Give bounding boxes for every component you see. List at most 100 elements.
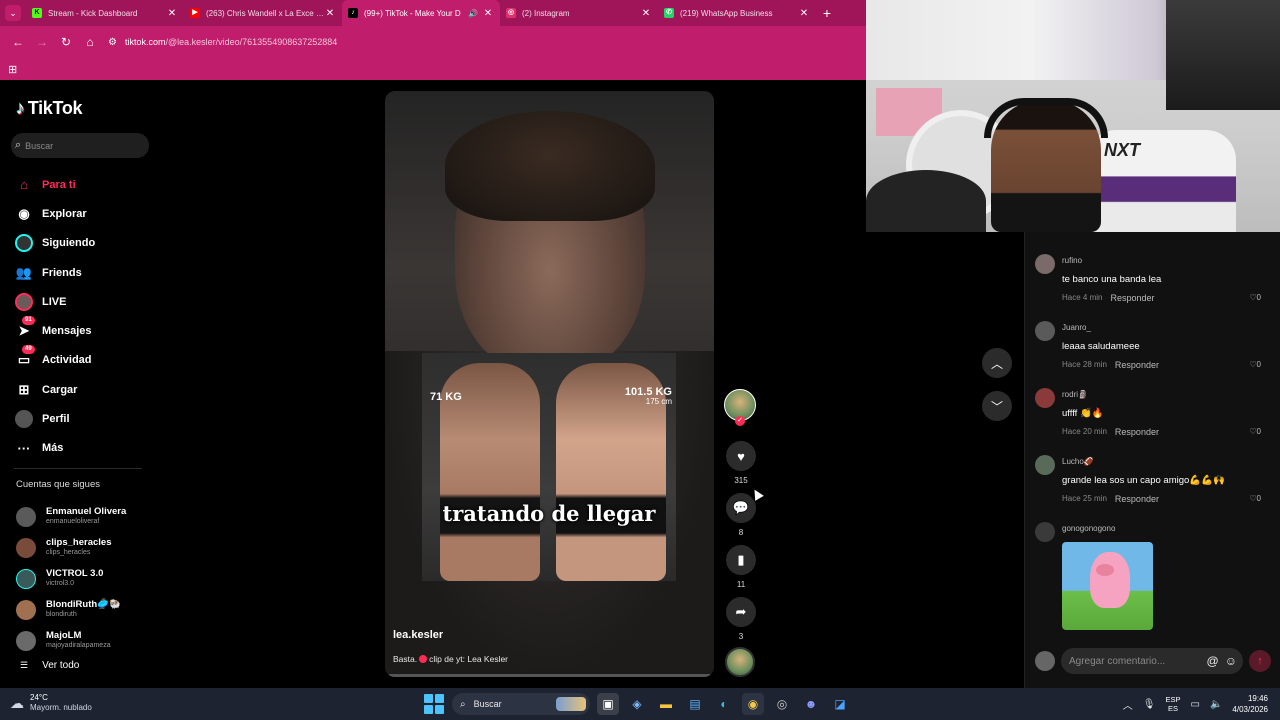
close-icon[interactable]: ✕ bbox=[166, 8, 178, 19]
network-icon[interactable]: ▭ bbox=[1191, 699, 1200, 710]
forward-button[interactable]: → bbox=[30, 30, 54, 54]
weather-widget[interactable]: ☁ 24°C Mayorm. nublado bbox=[10, 693, 92, 713]
tab-search-button[interactable]: ⌄ bbox=[0, 0, 26, 26]
video-author[interactable]: lea.kesler bbox=[393, 629, 443, 641]
following-item[interactable]: Enmanuel Olivera enmanueloliveraf bbox=[16, 501, 156, 532]
close-icon[interactable]: ✕ bbox=[798, 8, 810, 19]
emoji-icon[interactable]: ☺ bbox=[1225, 654, 1237, 668]
file-explorer-icon[interactable]: ▬ bbox=[655, 693, 677, 715]
obs-icon[interactable]: ◎ bbox=[771, 693, 793, 715]
following-item[interactable]: clips_heracles clips_heracles bbox=[16, 532, 156, 563]
video-description: Basta. clip de yt: Lea Kesler bbox=[393, 654, 508, 664]
copilot-icon[interactable]: ◈ bbox=[626, 693, 648, 715]
avatar[interactable] bbox=[1035, 254, 1055, 274]
comment-like-button[interactable]: ♡0 bbox=[1249, 427, 1261, 436]
avatar[interactable] bbox=[1035, 455, 1055, 475]
search-input[interactable]: ⌕ Buscar bbox=[11, 133, 149, 158]
nav-explorar[interactable]: ◉ Explorar bbox=[14, 199, 154, 228]
avatar[interactable] bbox=[1035, 321, 1055, 341]
home-button[interactable]: ⌂ bbox=[78, 30, 102, 54]
nav-perfil[interactable]: Perfil bbox=[14, 404, 154, 433]
tab-instagram[interactable]: ◎ (2) Instagram ✕ bbox=[500, 0, 658, 26]
nav-live[interactable]: LIVE bbox=[14, 287, 154, 316]
mention-icon[interactable]: @ bbox=[1207, 654, 1219, 668]
following-item[interactable]: MajoLM majoyadiralapameza bbox=[16, 625, 156, 656]
nav-cargar[interactable]: ⊞ Cargar bbox=[14, 375, 154, 404]
close-icon[interactable]: ✕ bbox=[640, 8, 652, 19]
apps-grid-icon[interactable]: ⊞ bbox=[8, 63, 17, 76]
comment-input[interactable]: Agregar comentario... @ ☺ bbox=[1061, 648, 1243, 674]
app-icon[interactable]: ◪ bbox=[829, 693, 851, 715]
compass-icon: ◉ bbox=[18, 205, 30, 221]
speaker-icon[interactable]: 🔊 bbox=[468, 9, 478, 18]
comment-sticker-image[interactable] bbox=[1062, 542, 1153, 630]
following-item[interactable]: BlondiRuth🥏🐏 blondiruth bbox=[16, 594, 156, 625]
video-player[interactable]: 71 KG 101.5 KG 175 cm tratando de llegar… bbox=[385, 91, 714, 677]
windows-start-icon[interactable] bbox=[424, 694, 444, 714]
see-all-button[interactable]: ☰ Ver todo bbox=[20, 660, 79, 671]
comment-button[interactable]: 💬 8 bbox=[725, 493, 757, 537]
music-disc-icon[interactable] bbox=[725, 647, 755, 677]
close-icon[interactable]: ✕ bbox=[482, 8, 494, 19]
store-icon[interactable]: ▤ bbox=[684, 693, 706, 715]
clock[interactable]: 19:46 4/03/2026 bbox=[1232, 693, 1268, 715]
language-indicator[interactable]: ESP ES bbox=[1165, 695, 1180, 713]
comment-like-button[interactable]: ♡0 bbox=[1249, 293, 1261, 302]
clock-time: 19:46 bbox=[1247, 694, 1268, 703]
tab-whatsapp[interactable]: ✆ (219) WhatsApp Business ✕ bbox=[658, 0, 816, 26]
reply-button[interactable]: Responder bbox=[1110, 293, 1154, 303]
site-info-icon[interactable]: ⚙ bbox=[108, 37, 117, 48]
tray-chevron-icon[interactable]: ︿ bbox=[1123, 697, 1133, 712]
reply-button[interactable]: Responder bbox=[1115, 494, 1159, 504]
next-video-button[interactable]: ﹀ bbox=[982, 391, 1012, 421]
comment-meta: Hace 25 min Responder bbox=[1062, 494, 1159, 504]
edge-icon[interactable]: ◐ bbox=[713, 693, 735, 715]
comment-user[interactable]: rodri🗿 bbox=[1062, 390, 1088, 399]
volume-icon[interactable]: 🔈 bbox=[1210, 699, 1222, 710]
taskbar-search[interactable]: ⌕ Buscar bbox=[452, 693, 590, 715]
url-field[interactable]: ⚙ tiktok.com/@lea.kesler/video/761355490… bbox=[108, 37, 337, 48]
logo-text: TikTok bbox=[27, 98, 83, 118]
follow-plus-icon[interactable]: ✓ bbox=[735, 416, 745, 426]
close-icon[interactable]: ✕ bbox=[324, 8, 336, 19]
tab-kick[interactable]: K Stream - Kick Dashboard ✕ bbox=[26, 0, 184, 26]
save-button[interactable]: ▮ 11 bbox=[725, 545, 757, 589]
send-comment-button[interactable]: ↑ bbox=[1249, 650, 1271, 672]
nav-mensajes[interactable]: ➤ 91 Mensajes bbox=[14, 316, 154, 345]
avatar[interactable] bbox=[1035, 388, 1055, 408]
following-item[interactable]: VICTROL 3.0 victrol3.0 bbox=[16, 563, 156, 594]
tiktok-logo[interactable]: ♪ TikTok bbox=[16, 98, 83, 119]
comment-count: 8 bbox=[738, 528, 744, 537]
comment-like-button[interactable]: ♡0 bbox=[1249, 494, 1261, 503]
comment-user[interactable]: Juanro_ bbox=[1062, 323, 1091, 332]
nav-para-ti[interactable]: ⌂ Para ti bbox=[14, 170, 154, 199]
nav-mas[interactable]: ··· Más bbox=[14, 434, 154, 463]
chrome-icon[interactable]: ◉ bbox=[742, 693, 764, 715]
reply-button[interactable]: Responder bbox=[1115, 427, 1159, 437]
comment-like-button[interactable]: ♡0 bbox=[1249, 360, 1261, 369]
back-button[interactable]: ← bbox=[6, 30, 30, 54]
tab-youtube[interactable]: ▶ (263) Chris Wandell x La Exce x / ✕ bbox=[184, 0, 342, 26]
nav-siguiendo[interactable]: Siguiendo bbox=[14, 229, 154, 258]
microphone-icon[interactable]: 🎙 bbox=[1143, 699, 1156, 710]
nav-actividad[interactable]: ▭ 49 Actividad bbox=[14, 345, 154, 375]
share-button[interactable]: ➦ 3 bbox=[725, 597, 757, 641]
task-view-icon[interactable]: ▣ bbox=[597, 693, 619, 715]
reply-button[interactable]: Responder bbox=[1115, 360, 1159, 370]
nav-friends[interactable]: 👥 Friends bbox=[14, 258, 154, 287]
tab-tiktok[interactable]: ♪ (99+) TikTok - Make Your D 🔊 ✕ bbox=[342, 0, 500, 26]
comment-user[interactable]: gonogonogono bbox=[1062, 524, 1115, 533]
like-button[interactable]: ♥ 315 bbox=[725, 441, 757, 485]
comment-placeholder: Agregar comentario... bbox=[1069, 655, 1166, 667]
avatar[interactable] bbox=[1035, 522, 1055, 542]
video-progress-bar[interactable] bbox=[389, 674, 710, 677]
previous-video-button[interactable]: ︿ bbox=[982, 348, 1012, 378]
new-tab-button[interactable]: + bbox=[816, 5, 838, 21]
tab-title: (2) Instagram bbox=[522, 8, 570, 18]
windows-taskbar: ☁ 24°C Mayorm. nublado ⌕ Buscar ▣ ◈ ▬ ▤ … bbox=[0, 688, 1280, 720]
comment-user[interactable]: Lucho🏈 bbox=[1062, 457, 1094, 466]
reload-button[interactable]: ↻ bbox=[54, 30, 78, 54]
url-path: /@lea.kesler/video/7613554908637252884 bbox=[165, 37, 338, 47]
comment-user[interactable]: rufino bbox=[1062, 256, 1082, 265]
discord-icon[interactable]: ☻ bbox=[800, 693, 822, 715]
